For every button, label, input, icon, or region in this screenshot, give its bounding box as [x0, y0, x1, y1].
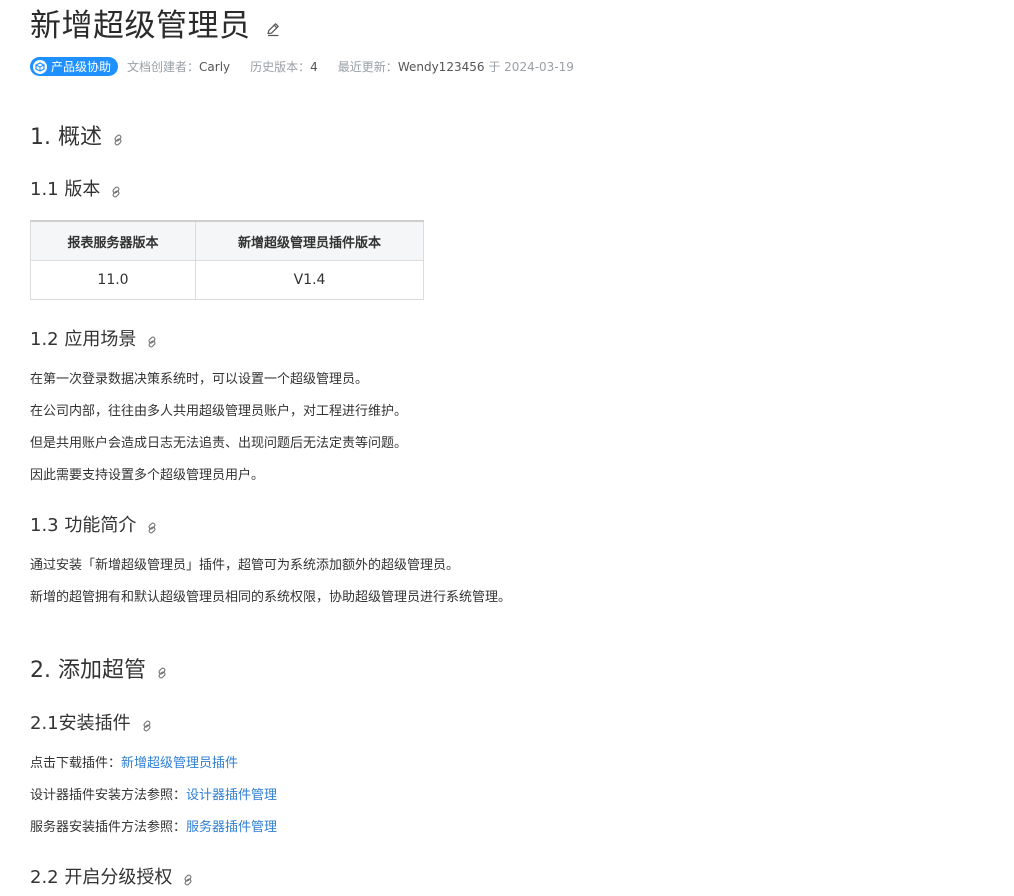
updated-prefix: 于 [488, 60, 501, 74]
section-heading-2-1: 2.1安装插件 [30, 711, 153, 737]
paragraph: 在公司内部，往往由多人共用超级管理员账户，对工程进行维护。 [30, 404, 408, 419]
heading-text: 2.1安装插件 [30, 713, 131, 734]
updated-date: 2024-03-19 [504, 60, 574, 74]
link-icon[interactable] [146, 336, 158, 348]
updated-meta: 最近更新：Wendy123456 于 2024-03-19 [338, 58, 574, 75]
section-heading-1: 1. 概述 [30, 123, 124, 153]
heading-text: 2. 添加超管 [30, 658, 146, 683]
link-icon[interactable] [156, 667, 168, 679]
server-plugin-link[interactable]: 服务器插件管理 [186, 820, 277, 835]
table-header-row: 报表服务器版本 新增超级管理员插件版本 [30, 220, 424, 261]
heading-text: 1.2 应用场景 [30, 329, 137, 350]
link-icon[interactable] [112, 134, 124, 146]
line-label: 设计器插件安装方法参照： [30, 788, 187, 803]
section-heading-2: 2. 添加超管 [30, 656, 168, 686]
table-header: 新增超级管理员插件版本 [195, 220, 424, 261]
version-number[interactable]: 4 [310, 60, 318, 74]
section-heading-1-2: 1.2 应用场景 [30, 327, 158, 353]
designer-install-line: 设计器插件安装方法参照：设计器插件管理 [30, 787, 277, 805]
version-label: 历史版本： [250, 60, 311, 74]
creator-name: Carly [199, 60, 231, 74]
meta-row: 产品级协助 文档创建者：Carly 历史版本：4 最近更新：Wendy12345… [30, 57, 574, 76]
heading-text: 1.1 版本 [30, 179, 101, 200]
creator-meta: 文档创建者：Carly [127, 58, 230, 75]
line-label: 点击下载插件： [30, 756, 122, 771]
title-row: 新增超级管理员 [30, 6, 281, 46]
heading-text: 2.2 开启分级授权 [30, 867, 173, 888]
table-cell: 11.0 [30, 260, 196, 300]
creator-label: 文档创建者： [127, 60, 200, 74]
updated-label: 最近更新： [337, 60, 398, 74]
paragraph: 因此需要支持设置多个超级管理员用户。 [30, 468, 265, 483]
link-icon[interactable] [146, 522, 158, 534]
paragraph: 新增的超管拥有和默认超级管理员相同的系统权限，协助超级管理员进行系统管理。 [30, 590, 512, 605]
table-cell: V1.4 [195, 260, 424, 300]
table-row: 11.0 V1.4 [30, 260, 424, 300]
section-heading-2-2: 2.2 开启分级授权 [30, 865, 194, 891]
pencil-icon[interactable] [265, 21, 281, 37]
updated-by: Wendy123456 [397, 60, 485, 74]
badge-label: 产品级协助 [51, 60, 112, 74]
link-icon[interactable] [182, 874, 194, 886]
heading-text: 1. 概述 [30, 125, 102, 150]
paragraph: 在第一次登录数据决策系统时，可以设置一个超级管理员。 [30, 372, 369, 387]
cube-icon [33, 59, 47, 74]
paragraph: 但是共用账户会造成日志无法追责、出现问题后无法定责等问题。 [30, 436, 408, 451]
line-label: 服务器安装插件方法参照： [30, 820, 187, 835]
section-heading-1-1: 1.1 版本 [30, 177, 122, 203]
designer-plugin-link[interactable]: 设计器插件管理 [186, 788, 277, 803]
download-line: 点击下载插件：新增超级管理员插件 [30, 755, 238, 773]
collab-badge[interactable]: 产品级协助 [30, 57, 119, 76]
version-meta: 历史版本：4 [250, 58, 318, 75]
section-heading-1-3: 1.3 功能简介 [30, 513, 158, 539]
version-table: 报表服务器版本 新增超级管理员插件版本 11.0 V1.4 [30, 220, 424, 300]
page-title: 新增超级管理员 [30, 8, 251, 44]
link-icon[interactable] [110, 186, 122, 198]
link-icon[interactable] [141, 720, 153, 732]
heading-text: 1.3 功能简介 [30, 515, 137, 536]
table-header: 报表服务器版本 [30, 220, 196, 261]
plugin-download-link[interactable]: 新增超级管理员插件 [121, 756, 238, 771]
paragraph: 通过安装「新增超级管理员」插件，超管可为系统添加额外的超级管理员。 [30, 558, 460, 573]
server-install-line: 服务器安装插件方法参照：服务器插件管理 [30, 819, 277, 837]
